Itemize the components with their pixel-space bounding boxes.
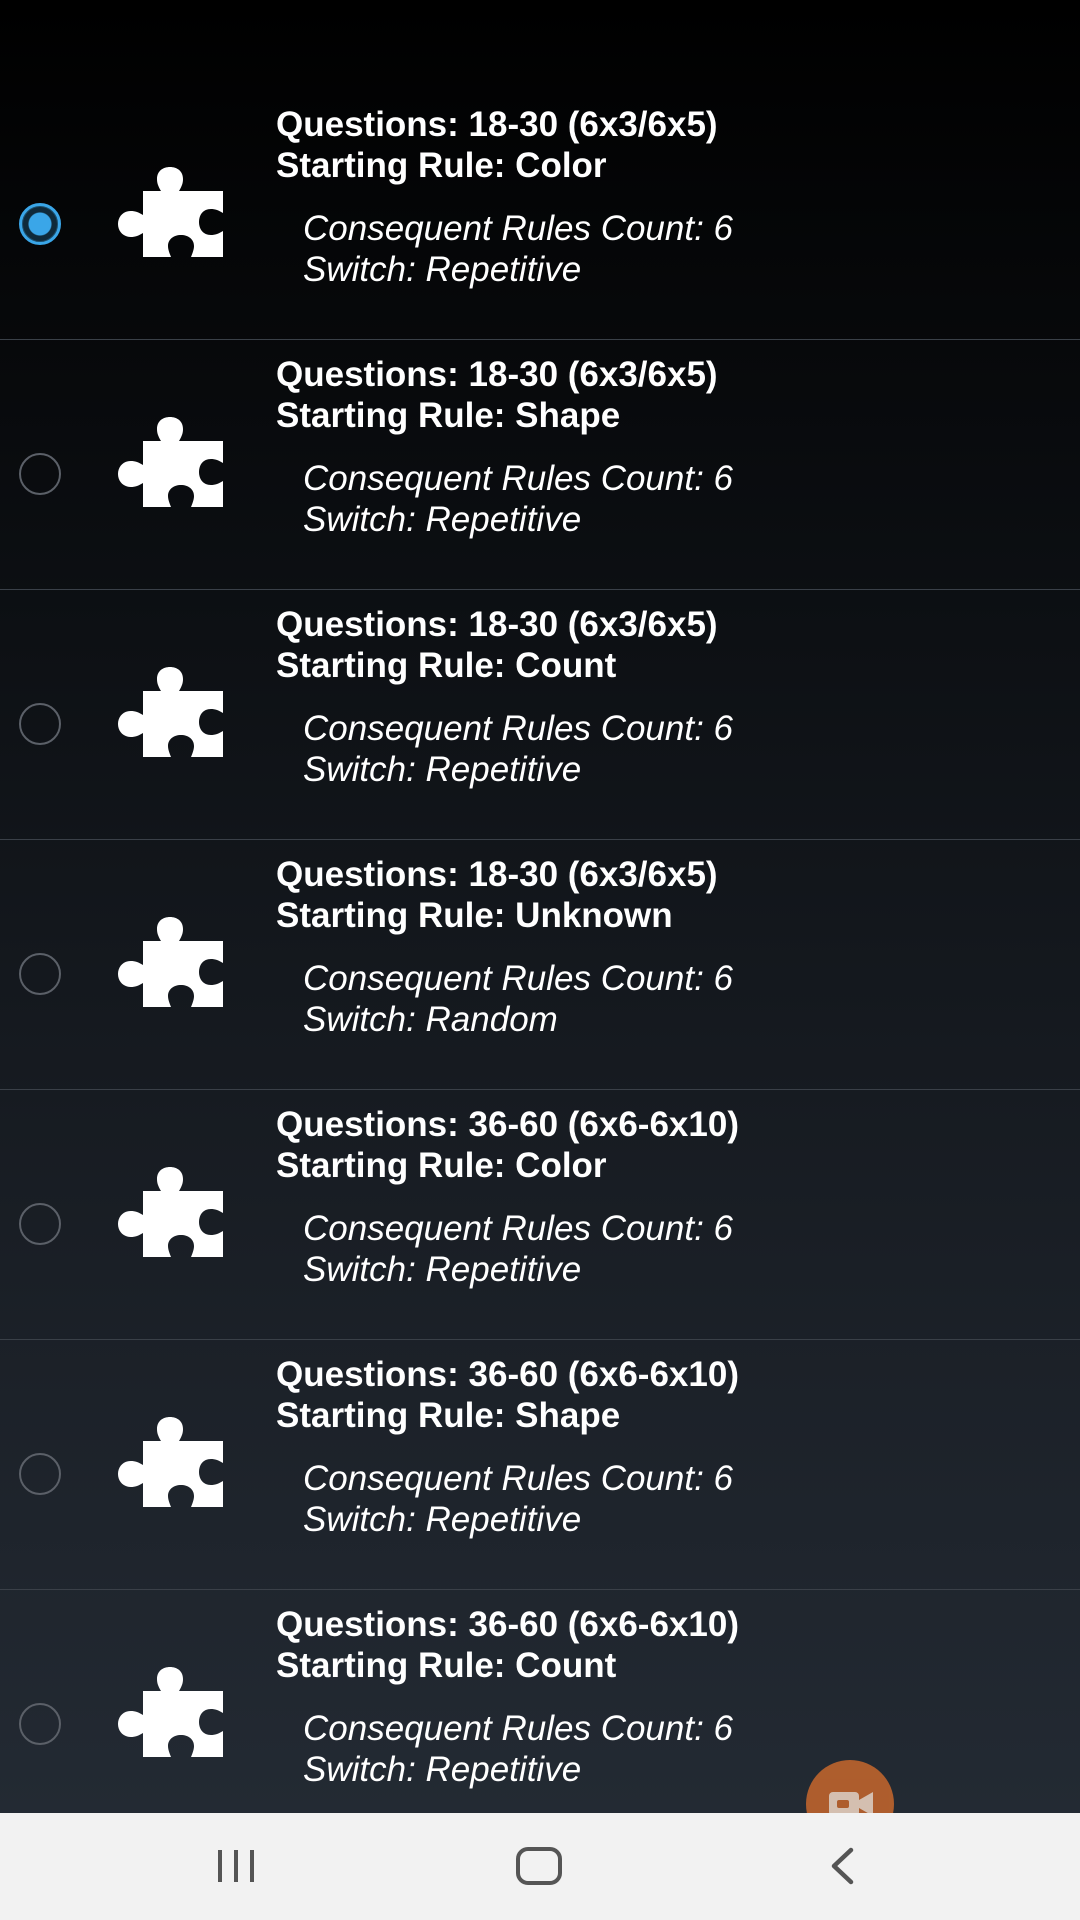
option-text: Questions: 36-60 (6x6-6x10) Starting Rul… xyxy=(276,1354,739,1540)
list-item[interactable]: Questions: 36-60 (6x6-6x10) Starting Rul… xyxy=(0,1340,1080,1590)
questions-label: Questions: 36-60 (6x6-6x10) xyxy=(276,1605,739,1644)
consequent-rules-label: Consequent Rules Count: 6 xyxy=(303,459,733,498)
puzzle-piece-icon xyxy=(117,1416,229,1516)
list-item[interactable]: Questions: 18-30 (6x3/6x5) Starting Rule… xyxy=(0,840,1080,1090)
radio-button[interactable] xyxy=(19,203,61,245)
starting-rule-label: Starting Rule: Count xyxy=(276,646,617,685)
radio-button[interactable] xyxy=(19,1453,61,1495)
consequent-rules-label: Consequent Rules Count: 6 xyxy=(303,959,733,998)
questions-label: Questions: 18-30 (6x3/6x5) xyxy=(276,105,718,144)
questions-label: Questions: 36-60 (6x6-6x10) xyxy=(276,1355,739,1394)
puzzle-piece-icon xyxy=(117,1166,229,1266)
list-item[interactable]: Questions: 18-30 (6x3/6x5) Starting Rule… xyxy=(0,590,1080,840)
switch-label: Switch: Repetitive xyxy=(303,1500,582,1539)
puzzle-piece-icon xyxy=(117,1666,229,1766)
back-icon xyxy=(831,1847,854,1885)
starting-rule-label: Starting Rule: Count xyxy=(276,1646,617,1685)
starting-rule-label: Starting Rule: Color xyxy=(276,146,607,185)
back-button[interactable] xyxy=(792,1831,892,1901)
option-list-screen: Questions: 18-30 (6x3/6x5) Starting Rule… xyxy=(0,0,1080,1813)
puzzle-piece-icon xyxy=(117,166,229,266)
recent-apps-icon xyxy=(218,1850,254,1882)
radio-button[interactable] xyxy=(19,1203,61,1245)
option-text: Questions: 18-30 (6x3/6x5) Starting Rule… xyxy=(276,604,733,790)
consequent-rules-label: Consequent Rules Count: 6 xyxy=(303,1459,733,1498)
consequent-rules-label: Consequent Rules Count: 6 xyxy=(303,209,733,248)
rule-option-list[interactable]: Questions: 18-30 (6x3/6x5) Starting Rule… xyxy=(0,90,1080,1813)
questions-label: Questions: 18-30 (6x3/6x5) xyxy=(276,855,718,894)
switch-label: Switch: Repetitive xyxy=(303,1250,582,1289)
radio-button[interactable] xyxy=(19,703,61,745)
radio-button[interactable] xyxy=(19,453,61,495)
consequent-rules-label: Consequent Rules Count: 6 xyxy=(303,1709,733,1748)
option-text: Questions: 36-60 (6x6-6x10) Starting Rul… xyxy=(276,1104,739,1290)
switch-label: Switch: Repetitive xyxy=(303,250,582,289)
consequent-rules-label: Consequent Rules Count: 6 xyxy=(303,1209,733,1248)
switch-label: Switch: Random xyxy=(303,1000,558,1039)
status-bar xyxy=(0,0,1080,90)
starting-rule-label: Starting Rule: Shape xyxy=(276,1396,621,1435)
switch-label: Switch: Repetitive xyxy=(303,750,582,789)
starting-rule-label: Starting Rule: Color xyxy=(276,1146,607,1185)
puzzle-piece-icon xyxy=(117,416,229,516)
questions-label: Questions: 18-30 (6x3/6x5) xyxy=(276,605,718,644)
system-navigation-bar xyxy=(0,1813,1080,1920)
list-item[interactable]: Questions: 36-60 (6x6-6x10) Starting Rul… xyxy=(0,1090,1080,1340)
list-item[interactable]: Questions: 18-30 (6x3/6x5) Starting Rule… xyxy=(0,90,1080,340)
radio-button[interactable] xyxy=(19,953,61,995)
option-text: Questions: 18-30 (6x3/6x5) Starting Rule… xyxy=(276,104,733,290)
list-item[interactable]: Questions: 36-60 (6x6-6x10) Starting Rul… xyxy=(0,1590,1080,1813)
starting-rule-label: Starting Rule: Shape xyxy=(276,396,621,435)
puzzle-piece-icon xyxy=(117,666,229,766)
home-icon xyxy=(516,1847,562,1885)
switch-label: Switch: Repetitive xyxy=(303,500,582,539)
option-text: Questions: 18-30 (6x3/6x5) Starting Rule… xyxy=(276,854,733,1040)
video-camera-icon xyxy=(829,1792,873,1813)
recent-apps-button[interactable] xyxy=(186,1831,286,1901)
starting-rule-label: Starting Rule: Unknown xyxy=(276,896,673,935)
switch-label: Switch: Repetitive xyxy=(303,1750,582,1789)
consequent-rules-label: Consequent Rules Count: 6 xyxy=(303,709,733,748)
home-button[interactable] xyxy=(489,1831,589,1901)
list-item[interactable]: Questions: 18-30 (6x3/6x5) Starting Rule… xyxy=(0,340,1080,590)
puzzle-piece-icon xyxy=(117,916,229,1016)
questions-label: Questions: 18-30 (6x3/6x5) xyxy=(276,355,718,394)
option-text: Questions: 36-60 (6x6-6x10) Starting Rul… xyxy=(276,1604,739,1790)
radio-button[interactable] xyxy=(19,1703,61,1745)
option-text: Questions: 18-30 (6x3/6x5) Starting Rule… xyxy=(276,354,733,540)
questions-label: Questions: 36-60 (6x6-6x10) xyxy=(276,1105,739,1144)
